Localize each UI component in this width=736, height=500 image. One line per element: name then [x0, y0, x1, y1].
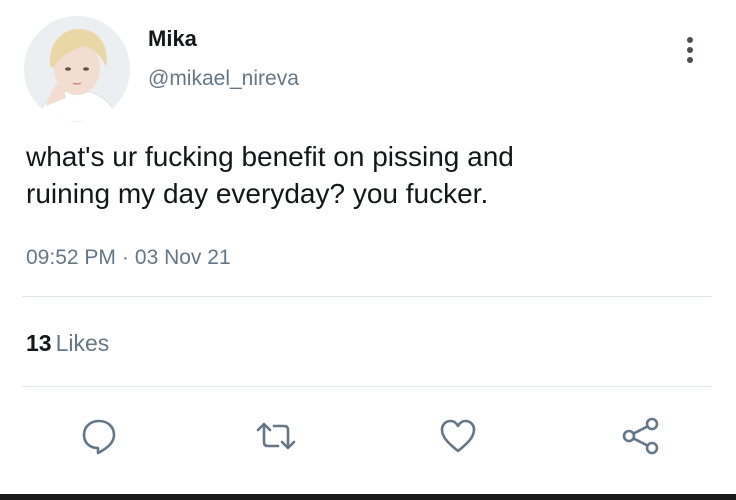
- tweet-text: what's ur fucking benefit on pissing and…: [26, 141, 514, 209]
- reply-button[interactable]: [76, 413, 122, 459]
- timestamp-separator: ·: [121, 246, 129, 269]
- tweet-card: Mika @mikael_nireva what's ur fucking be…: [0, 0, 736, 500]
- likes-count: 13: [26, 330, 52, 356]
- bottom-border: [0, 494, 736, 500]
- avatar[interactable]: [24, 16, 130, 122]
- likes-label: Likes: [55, 330, 110, 356]
- timestamp: 09:52 PM · 03 Nov 21: [26, 244, 231, 272]
- more-dot-icon: [687, 47, 693, 53]
- speech-bubble-icon: [82, 419, 116, 455]
- like-button[interactable]: [435, 413, 481, 459]
- user-handle[interactable]: @mikael_nireva: [148, 66, 299, 92]
- tweet-date: 03 Nov 21: [134, 246, 231, 269]
- heart-icon: [440, 419, 476, 453]
- tweet-time: 09:52 PM: [26, 246, 116, 269]
- likes-stat[interactable]: 13 Likes: [26, 329, 109, 357]
- more-options-button[interactable]: [676, 30, 704, 70]
- profile-photo-icon: [24, 16, 130, 122]
- share-nodes-icon: [622, 417, 659, 455]
- more-dot-icon: [687, 37, 693, 43]
- retweet-arrows-icon: [256, 422, 296, 450]
- divider: [22, 296, 712, 297]
- share-button[interactable]: [618, 413, 664, 459]
- retweet-button[interactable]: [253, 413, 299, 459]
- display-name[interactable]: Mika: [148, 26, 197, 52]
- divider: [22, 386, 712, 387]
- more-dot-icon: [687, 57, 693, 63]
